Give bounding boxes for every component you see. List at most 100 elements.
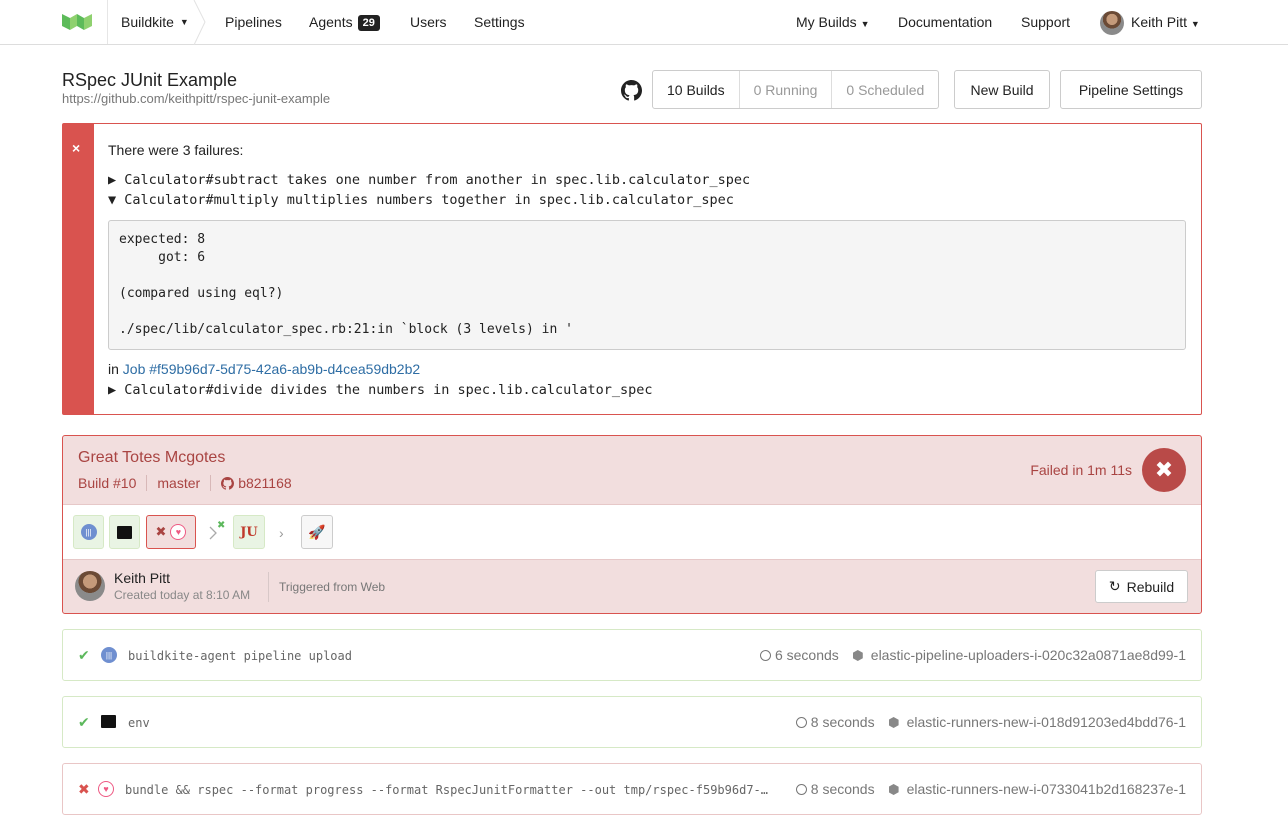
nav-settings[interactable]: Settings	[474, 14, 525, 30]
agent-cube-icon	[888, 717, 899, 728]
builds-count-button[interactable]: 10 Builds	[653, 71, 740, 108]
rspec-icon: ♥	[170, 524, 187, 540]
failure-output: expected: 8 got: 6 (compared using eql?)…	[108, 220, 1186, 350]
build-trigger-source: Triggered from Web	[279, 580, 386, 594]
build-title[interactable]: Great Totes Mcgotes	[78, 449, 225, 467]
nav-support[interactable]: Support	[1021, 14, 1070, 30]
github-icon	[221, 476, 235, 490]
clock-icon	[795, 784, 807, 795]
step-env[interactable]	[109, 515, 140, 549]
step-pipeline-upload[interactable]: |||	[73, 515, 104, 549]
commit-sha: b821168	[238, 475, 292, 491]
failures-annotation: × There were 3 failures: ▶ Calculator#su…	[62, 123, 1202, 415]
pipeline-repo-url: https://github.com/keithpitt/rspec-junit…	[62, 91, 331, 106]
build-number[interactable]: Build #10	[78, 475, 148, 491]
failures-heading: There were 3 failures:	[108, 142, 244, 158]
author-avatar	[75, 571, 105, 601]
nav-users[interactable]: Users	[410, 14, 447, 30]
user-avatar[interactable]	[1100, 11, 1124, 35]
nav-pipelines[interactable]: Pipelines	[225, 14, 282, 30]
junit-icon: JU	[240, 524, 258, 540]
agent-icon: |||	[101, 647, 117, 663]
step-deploy[interactable]: 🚀	[301, 515, 333, 549]
user-menu[interactable]: Keith Pitt ▼	[1131, 14, 1200, 30]
job-row[interactable]: ✖ ♥ bundle && rspec --format progress --…	[62, 763, 1202, 815]
build-failed-icon: ✖	[1142, 448, 1186, 492]
job-agent-name[interactable]: elastic-runners-new-i-018d91203ed4bdd76-…	[907, 714, 1186, 730]
check-icon: ✔	[78, 714, 90, 730]
job-row[interactable]: ✔ env 8 seconds elastic-runners-new-i-01…	[62, 696, 1202, 748]
buildkite-logo-icon[interactable]	[62, 12, 92, 32]
build-author-row: Keith Pitt Created today at 8:10 AM Trig…	[63, 560, 1201, 614]
refresh-icon: ↻	[1108, 578, 1121, 594]
new-build-button[interactable]: New Build	[954, 70, 1050, 109]
job-duration-text: 6 seconds	[774, 647, 839, 663]
agent-icon: |||	[80, 524, 97, 540]
annotation-error-strip: ×	[63, 124, 94, 414]
build-branch[interactable]: master	[157, 475, 212, 491]
divider	[268, 572, 269, 602]
rocket-icon: 🚀	[308, 523, 326, 540]
failure-item-divide[interactable]: ▶ Calculator#divide divides the numbers …	[108, 382, 653, 398]
wait-step-failed-icon: ✖	[209, 520, 225, 540]
rebuild-label: Rebuild	[1126, 578, 1175, 595]
breadcrumb-chevron-icon	[193, 0, 206, 45]
job-agent-name[interactable]: elastic-pipeline-uploaders-i-020c32a0871…	[871, 647, 1186, 663]
cross-icon: ✖	[155, 524, 167, 539]
job-agent: elastic-runners-new-i-018d91203ed4bdd76-…	[888, 714, 1186, 730]
job-meta: 8 seconds elastic-runners-new-i-0733041b…	[795, 781, 1186, 797]
top-navbar: Buildkite ▼ Pipelines Agents 29 Users Set…	[0, 0, 1288, 45]
build-card: Great Totes Mcgotes Build #10 master b82…	[62, 435, 1202, 614]
job-duration: 8 seconds	[795, 781, 875, 797]
failure-job-ref: in Job #f59b96d7-5d75-42a6-ab9b-d4cea59d…	[108, 361, 420, 377]
nav-agents-label: Agents	[309, 14, 353, 30]
user-name: Keith Pitt	[1131, 14, 1188, 30]
job-agent: elastic-pipeline-uploaders-i-020c32a0871…	[852, 647, 1186, 663]
step-junit[interactable]: JU	[233, 515, 265, 549]
step-rspec[interactable]: ✖ ♥	[146, 515, 196, 549]
job-duration-text: 8 seconds	[810, 781, 875, 797]
rebuild-button[interactable]: ↻ Rebuild	[1095, 570, 1188, 603]
job-row[interactable]: ✔ ||| buildkite-agent pipeline upload 6 …	[62, 629, 1202, 681]
build-status-text: Failed in 1m 11s	[1030, 462, 1132, 478]
check-icon: ✔	[78, 647, 90, 663]
job-command: buildkite-agent pipeline upload	[128, 649, 352, 663]
org-switcher[interactable]: Buildkite ▼	[107, 0, 203, 44]
close-icon: ×	[72, 140, 81, 156]
chevron-right-icon: ›	[279, 525, 284, 541]
terminal-icon	[117, 525, 132, 539]
agents-count-badge: 29	[357, 15, 380, 31]
job-meta: 6 seconds elastic-pipeline-uploaders-i-0…	[759, 647, 1186, 663]
job-agent-name[interactable]: elastic-runners-new-i-0733041b2d168237e-…	[907, 781, 1186, 797]
failure-item-multiply[interactable]: ▼ Calculator#multiply multiplies numbers…	[108, 192, 734, 208]
failure-item-subtract[interactable]: ▶ Calculator#subtract takes one number f…	[108, 172, 750, 188]
job-duration: 8 seconds	[795, 714, 875, 730]
nav-agents[interactable]: Agents 29	[309, 14, 380, 31]
pipeline-title[interactable]: RSpec JUnit Example	[62, 70, 237, 91]
failure-job-link[interactable]: Job #f59b96d7-5d75-42a6-ab9b-d4cea59db2b…	[123, 361, 420, 377]
failure-job-prefix: in	[108, 361, 123, 377]
running-count-button[interactable]: 0 Running	[740, 71, 833, 108]
caret-down-icon: ▼	[1190, 19, 1200, 29]
build-meta: Build #10 master b821168	[78, 475, 312, 491]
rspec-icon: ♥	[98, 781, 114, 797]
pipeline-settings-button[interactable]: Pipeline Settings	[1060, 70, 1202, 109]
job-command: env	[128, 716, 150, 730]
job-duration-text: 8 seconds	[810, 714, 875, 730]
job-duration: 6 seconds	[759, 647, 839, 663]
caret-down-icon: ▼	[179, 17, 189, 27]
my-builds-menu[interactable]: My Builds ▼	[796, 14, 870, 30]
job-command: bundle && rspec --format progress --form…	[125, 783, 768, 797]
scheduled-count-button[interactable]: 0 Scheduled	[832, 71, 938, 108]
nav-documentation[interactable]: Documentation	[898, 14, 992, 30]
agent-cube-icon	[888, 784, 899, 795]
clock-icon	[795, 717, 807, 728]
github-icon[interactable]	[621, 80, 642, 101]
build-commit[interactable]: b821168	[221, 475, 301, 491]
pipeline-steps: ||| ✖ ♥ ✖ JU › 🚀	[63, 504, 1201, 560]
job-meta: 8 seconds elastic-runners-new-i-018d9120…	[795, 714, 1186, 730]
svg-text:✖: ✖	[217, 520, 225, 531]
terminal-icon	[101, 715, 116, 728]
build-created-time: Created today at 8:10 AM	[114, 588, 251, 602]
author-name: Keith Pitt	[114, 570, 171, 586]
